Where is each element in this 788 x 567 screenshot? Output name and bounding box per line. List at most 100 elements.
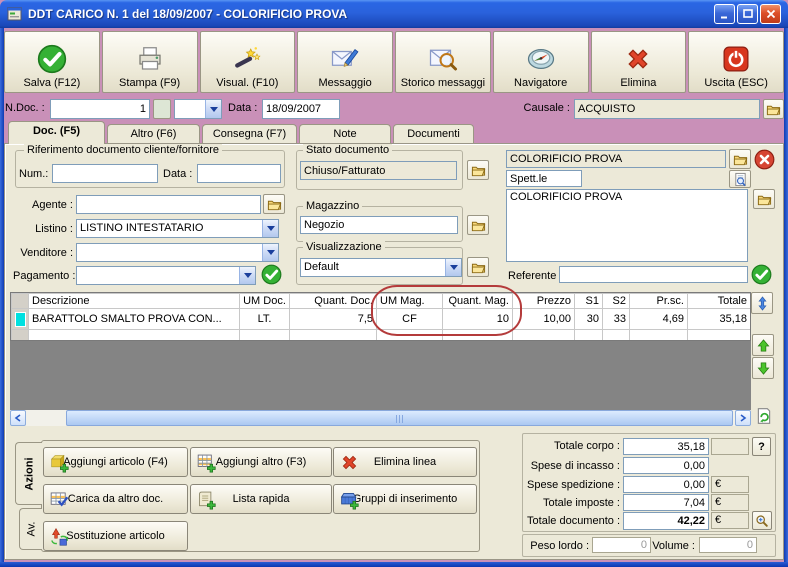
totale-corpo-input[interactable]	[623, 438, 709, 455]
pagamento-confirm-check-icon[interactable]	[261, 264, 282, 285]
peso-lordo-input[interactable]	[592, 537, 651, 553]
close-icon	[766, 9, 775, 19]
minimize-icon	[720, 16, 727, 19]
tab-documenti[interactable]: Documenti	[393, 124, 474, 143]
causale-lookup-button[interactable]	[763, 99, 784, 119]
quick-list-button[interactable]: Lista rapida	[190, 484, 332, 514]
chevron-down-icon[interactable]	[262, 244, 278, 261]
row-move-down-button[interactable]	[752, 357, 774, 379]
pagamento-combobox[interactable]	[76, 266, 256, 285]
doc-number-spin-button[interactable]	[153, 99, 171, 119]
window-title: DDT CARICO N. 1 del 18/09/2007 - COLORIF…	[28, 7, 348, 21]
stato-lookup-button[interactable]	[467, 160, 489, 180]
totale-imposte-input[interactable]	[623, 494, 709, 511]
spettle-input[interactable]	[506, 170, 582, 187]
row-sort-button[interactable]	[751, 292, 773, 314]
anagrafica-preview-button[interactable]	[729, 170, 751, 188]
stato-input[interactable]	[300, 161, 457, 180]
close-button[interactable]	[760, 4, 781, 24]
message-history-button[interactable]: Storico messaggi	[395, 31, 491, 93]
doc-date-input[interactable]	[262, 99, 340, 119]
preview-button[interactable]: Visual. (F10)	[199, 31, 296, 93]
cliente-input[interactable]	[506, 150, 726, 168]
chevron-down-icon[interactable]	[205, 100, 221, 118]
col-marker[interactable]	[11, 293, 29, 309]
add-article-button[interactable]: Aggiungi articolo (F4)	[43, 447, 188, 477]
horizontal-scrollbar[interactable]	[10, 410, 751, 426]
print-button[interactable]: Stampa (F9)	[101, 31, 198, 93]
col-s1[interactable]: S1	[574, 293, 603, 309]
doc-magnifier-icon	[733, 172, 748, 187]
insert-groups-button[interactable]: Gruppi di inserimento	[333, 484, 477, 514]
magazzino-input[interactable]	[300, 216, 458, 234]
totals-help-button[interactable]: ?	[752, 437, 771, 456]
maximize-button[interactable]	[737, 4, 758, 24]
indirizzo-textarea[interactable]: COLORIFICIO PROVA	[506, 189, 748, 262]
cliente-clear-x-icon[interactable]	[754, 149, 775, 170]
tab-altro[interactable]: Altro (F6)	[107, 124, 200, 143]
col-um-mag[interactable]: UM Mag.	[376, 293, 443, 309]
power-icon	[721, 44, 751, 74]
venditore-combobox[interactable]	[76, 243, 279, 262]
col-quant-doc[interactable]: Quant. Doc.	[289, 293, 377, 309]
grid-data-row[interactable]: BARATTOLO SMALTO PROVA CON... LT. 7,5 CF…	[11, 308, 750, 330]
volume-input[interactable]	[699, 537, 757, 553]
referente-input[interactable]	[559, 266, 748, 283]
doc-series-combobox[interactable]	[174, 99, 222, 119]
col-s2[interactable]: S2	[602, 293, 630, 309]
scroll-left-button[interactable]	[10, 410, 26, 426]
rif-num-input[interactable]	[52, 164, 158, 183]
question-icon: ?	[758, 440, 765, 453]
scroll-right-button[interactable]	[735, 410, 751, 426]
replace-article-button[interactable]: Sostituzione articolo	[43, 521, 188, 551]
row-move-up-button[interactable]	[752, 334, 774, 356]
col-um-doc[interactable]: UM Doc.	[239, 293, 290, 309]
recalc-button[interactable]	[753, 405, 774, 426]
delete-line-button[interactable]: Elimina linea	[333, 447, 477, 477]
agente-lookup-button[interactable]	[263, 194, 285, 214]
col-prsc[interactable]: Pr.sc.	[629, 293, 688, 309]
minimize-button[interactable]	[714, 4, 735, 24]
spese-spedizione-input[interactable]	[623, 476, 709, 493]
rif-data-input[interactable]	[197, 164, 281, 183]
doc-number-input[interactable]	[50, 99, 150, 119]
load-from-doc-button[interactable]: Carica da altro doc.	[43, 484, 188, 514]
chevron-down-icon[interactable]	[262, 220, 278, 237]
visualizzazione-combobox[interactable]: Default	[300, 258, 462, 277]
col-totale[interactable]: Totale	[687, 293, 750, 309]
add-other-button[interactable]: Aggiungi altro (F3)	[190, 447, 332, 477]
message-button[interactable]: Messaggio	[297, 31, 393, 93]
col-prezzo[interactable]: Prezzo	[512, 293, 575, 309]
venditore-label: Venditore :	[20, 247, 73, 259]
indirizzo-lookup-button[interactable]	[753, 189, 775, 209]
title-bar[interactable]: DDT CARICO N. 1 del 18/09/2007 - COLORIF…	[0, 0, 788, 28]
chevron-down-icon[interactable]	[239, 267, 255, 284]
col-descrizione[interactable]: Descrizione	[28, 293, 240, 309]
save-button[interactable]: Salva (F12)	[4, 31, 100, 93]
swap-icon	[49, 526, 70, 547]
exit-button[interactable]: Uscita (ESC)	[688, 31, 784, 93]
tab-doc[interactable]: Doc. (F5)	[8, 121, 105, 144]
tab-azioni-label: Azioni	[23, 457, 35, 490]
scrollbar-thumb[interactable]	[66, 410, 733, 426]
totale-documento-input[interactable]	[623, 512, 709, 530]
agente-input[interactable]	[76, 195, 261, 214]
delete-button[interactable]: Elimina	[590, 31, 687, 93]
magazzino-lookup-button[interactable]	[467, 215, 489, 235]
col-quant-mag[interactable]: Quant. Mag.	[442, 293, 513, 309]
spese-incasso-input[interactable]	[623, 457, 709, 474]
compass-icon	[526, 44, 556, 74]
visualizzazione-lookup-button[interactable]	[467, 257, 489, 277]
causale-input[interactable]	[574, 99, 760, 119]
tab-note[interactable]: Note	[299, 124, 391, 143]
chevron-down-icon[interactable]	[445, 259, 461, 276]
listino-combobox[interactable]: LISTINO INTESTATARIO	[76, 219, 279, 238]
navigator-button[interactable]: Navigatore	[492, 31, 589, 93]
referente-confirm-check-icon[interactable]	[751, 264, 772, 285]
tab-azioni[interactable]: Azioni	[15, 442, 42, 505]
tab-documenti-label: Documenti	[407, 128, 460, 140]
totals-zoom-button[interactable]	[752, 511, 772, 530]
tab-consegna[interactable]: Consegna (F7)	[202, 124, 297, 143]
tab-avanzate[interactable]: Av.	[19, 508, 42, 550]
cliente-lookup-button[interactable]	[729, 149, 751, 169]
